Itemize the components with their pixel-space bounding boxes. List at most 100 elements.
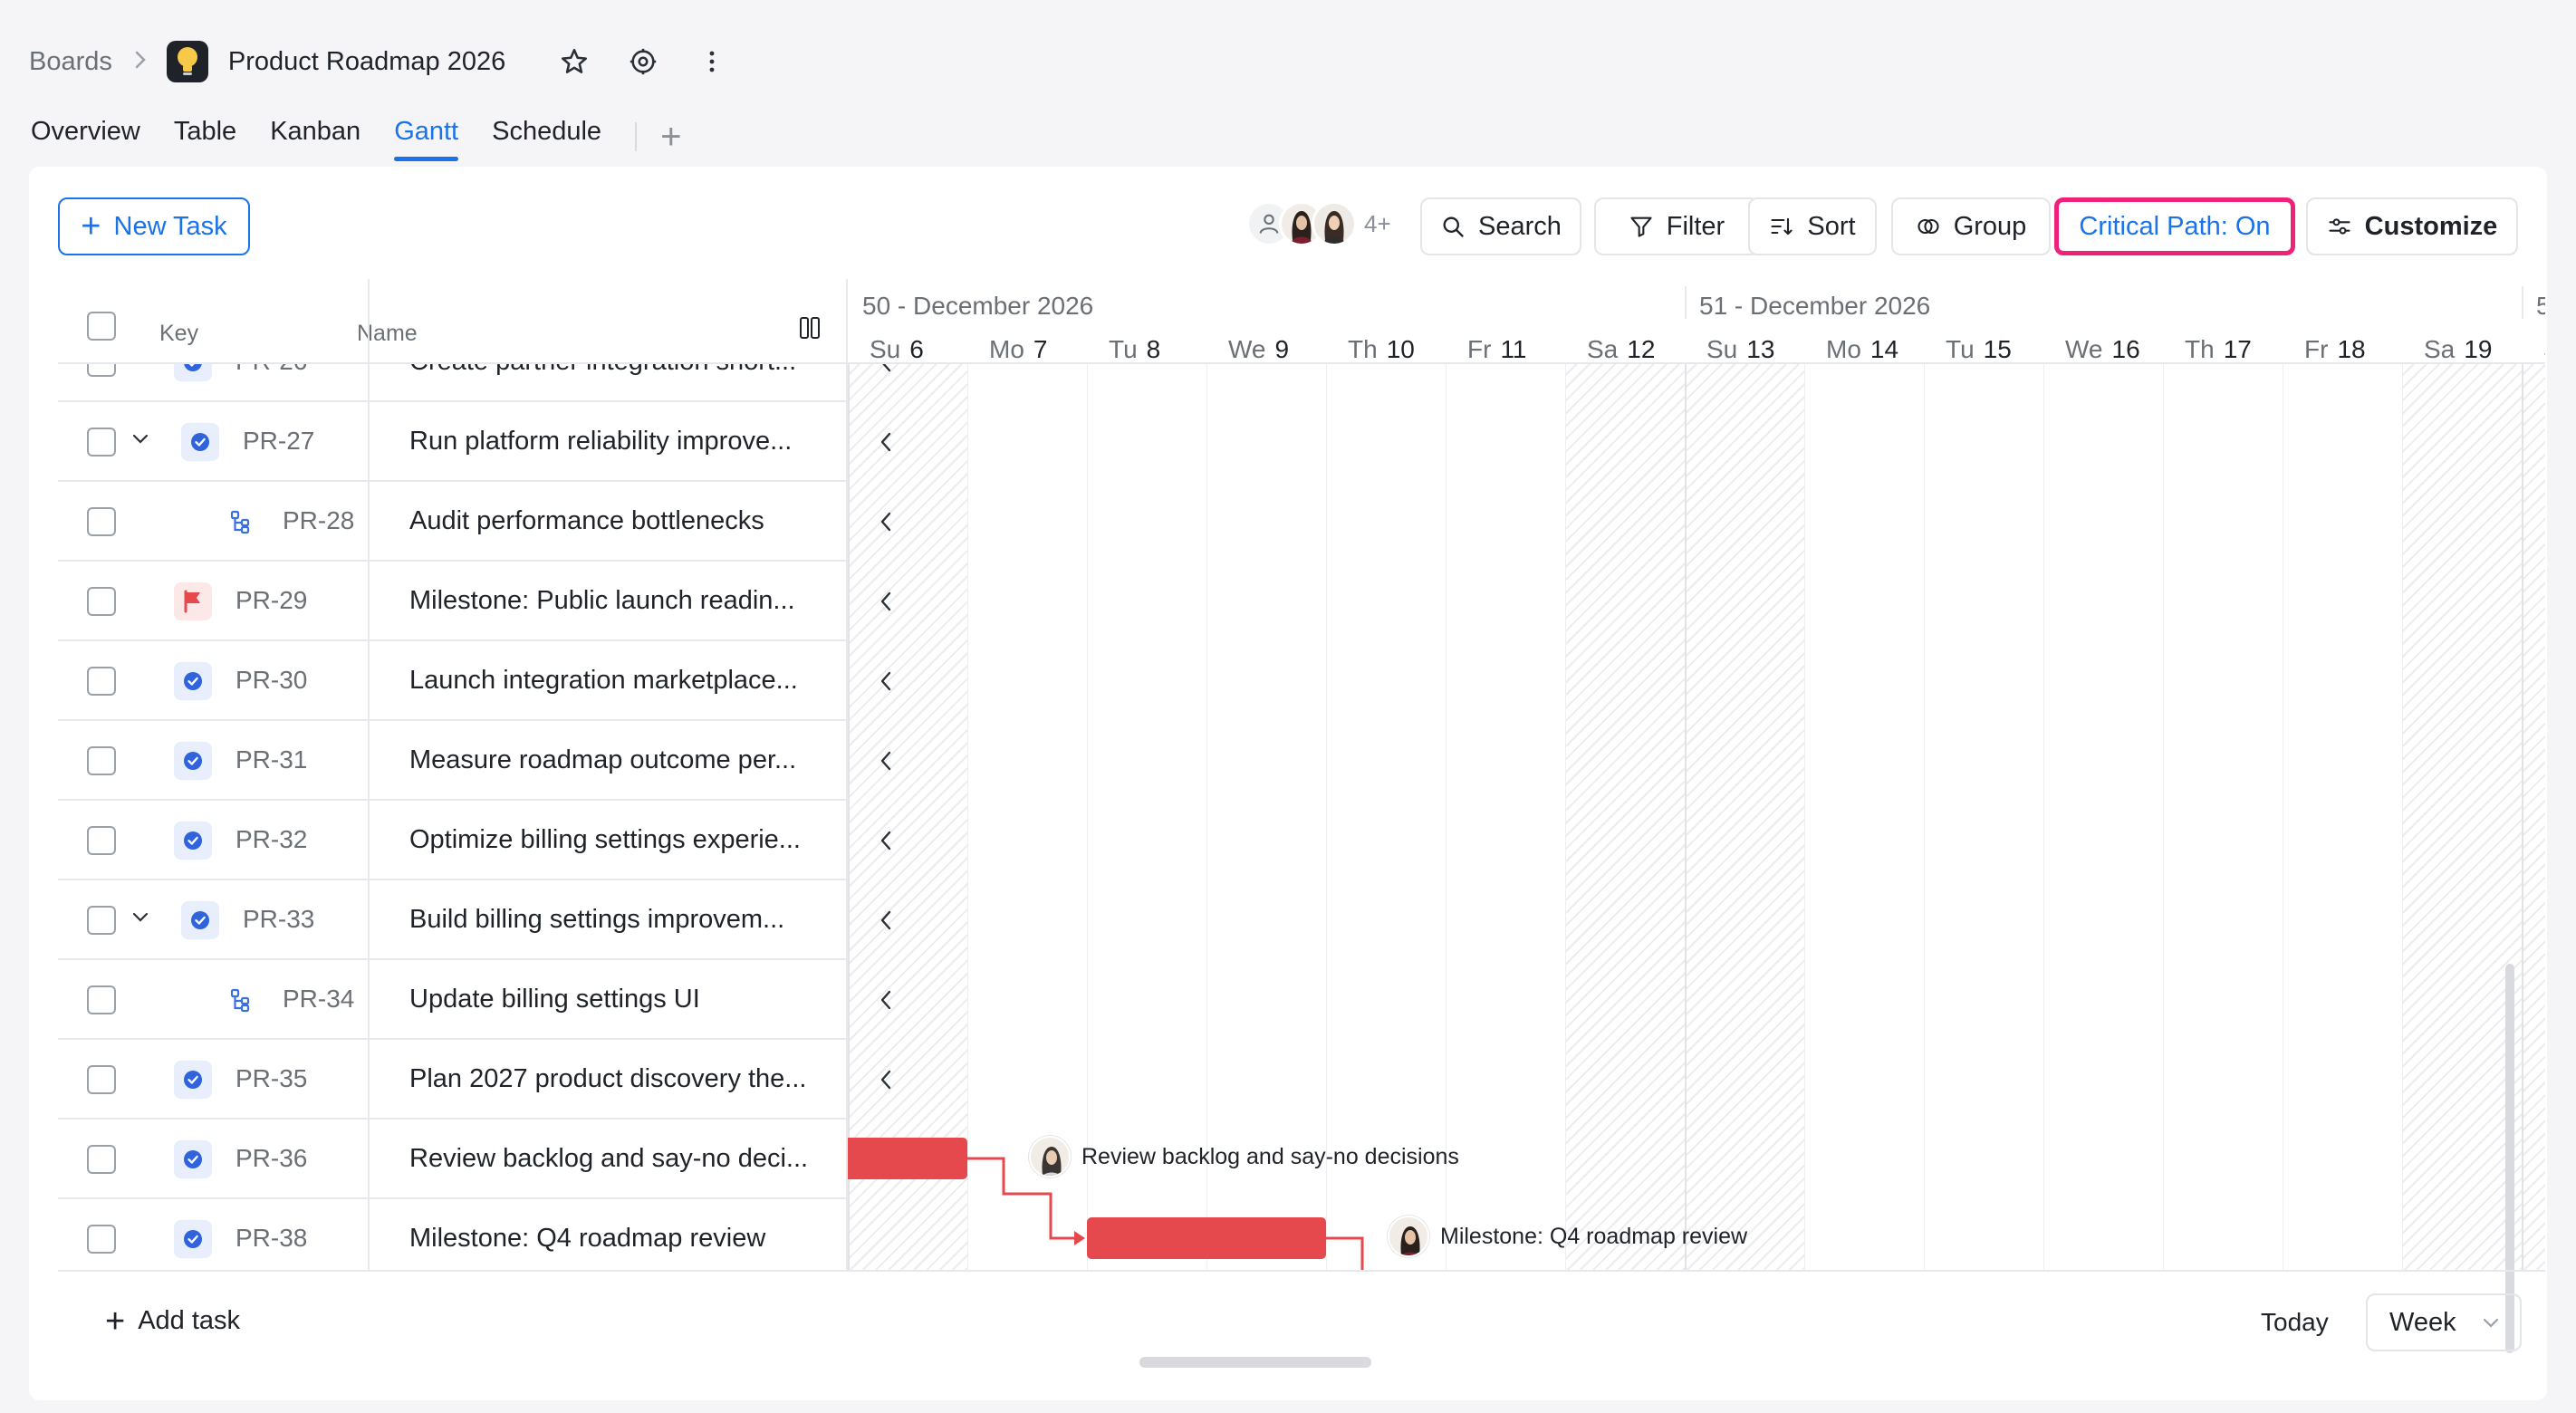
tab-schedule[interactable]: Schedule	[492, 111, 601, 163]
task-key[interactable]: PR-34	[283, 985, 354, 1014]
task-check-icon	[174, 1140, 212, 1178]
table-row[interactable]: PR-35 Plan 2027 product discovery the...	[58, 1040, 846, 1120]
table-row[interactable]: PR-31 Measure roadmap outcome per...	[58, 721, 846, 801]
tab-gantt[interactable]: Gantt	[394, 111, 458, 163]
task-name[interactable]: Milestone: Q4 roadmap review	[409, 1224, 765, 1254]
task-key[interactable]: PR-33	[243, 905, 314, 934]
breadcrumb-boards-link[interactable]: Boards	[29, 47, 112, 77]
table-row[interactable]: PR-26 Create partner integration short...	[58, 364, 846, 402]
members-more-count: 4+	[1364, 209, 1391, 237]
star-icon[interactable]	[558, 45, 591, 78]
column-header-key[interactable]: Key	[159, 321, 198, 347]
chevron-right-icon	[134, 47, 147, 76]
task-name[interactable]: Launch integration marketplace...	[409, 666, 798, 696]
plus-icon: +	[105, 1302, 126, 1341]
more-vertical-icon[interactable]	[696, 45, 728, 78]
row-checkbox[interactable]	[87, 428, 116, 457]
add-view-button[interactable]: +	[660, 116, 681, 158]
row-checkbox[interactable]	[87, 587, 116, 616]
plus-icon: +	[81, 207, 101, 245]
today-button[interactable]: Today	[2261, 1308, 2329, 1337]
subtask-icon	[221, 981, 259, 1019]
task-check-icon	[174, 742, 212, 780]
tab-overview[interactable]: Overview	[31, 111, 140, 163]
select-all-checkbox[interactable]	[87, 312, 116, 341]
table-row[interactable]: PR-29 Milestone: Public launch readin...	[58, 562, 846, 641]
dependency-lines	[964, 1157, 1364, 1270]
table-row[interactable]: PR-34 Update billing settings UI	[58, 960, 846, 1040]
critical-path-toggle[interactable]: Critical Path: On	[2054, 197, 2295, 255]
chevron-down-icon[interactable]	[130, 429, 150, 454]
task-key[interactable]: PR-38	[235, 1224, 307, 1253]
dependency-connector	[964, 1157, 1083, 1240]
critical-path-label: Critical Path: On	[2079, 211, 2271, 241]
gantt-panel: + New Task 4+ Search Filter Sort Group C…	[29, 167, 2547, 1400]
row-checkbox[interactable]	[87, 507, 116, 536]
row-checkbox[interactable]	[87, 1145, 116, 1174]
group-button[interactable]: Group	[1891, 197, 2051, 255]
table-row[interactable]: PR-38 Milestone: Q4 roadmap review	[58, 1199, 846, 1270]
horizontal-scrollbar[interactable]	[1139, 1357, 1371, 1368]
row-checkbox[interactable]	[87, 1225, 116, 1254]
task-name[interactable]: Measure roadmap outcome per...	[409, 745, 796, 775]
task-key[interactable]: PR-35	[235, 1064, 307, 1093]
table-row[interactable]: PR-27 Run platform reliability improve...	[58, 402, 846, 482]
task-name[interactable]: Optimize billing settings experie...	[409, 825, 801, 855]
new-task-button[interactable]: + New Task	[58, 197, 250, 255]
search-label: Search	[1478, 211, 1562, 241]
watch-settings-icon[interactable]	[627, 45, 659, 78]
row-checkbox[interactable]	[87, 364, 116, 377]
add-task-button[interactable]: + Add task	[105, 1302, 240, 1341]
task-key[interactable]: PR-26	[235, 364, 307, 376]
row-checkbox[interactable]	[87, 906, 116, 935]
day-label: Fr 18	[2304, 335, 2366, 363]
task-name[interactable]: Update billing settings UI	[409, 985, 700, 1014]
sort-button[interactable]: Sort	[1748, 197, 1877, 255]
day-label: Su 6	[870, 335, 924, 363]
day-label: Sa 12	[1587, 335, 1656, 363]
task-name[interactable]: Review backlog and say-no deci...	[409, 1144, 808, 1174]
task-key[interactable]: PR-28	[283, 506, 354, 535]
member-avatars[interactable]: 4+	[1246, 201, 1391, 246]
task-key[interactable]: PR-30	[235, 666, 307, 695]
board-lightbulb-icon	[166, 41, 208, 82]
column-header-name[interactable]: Name	[357, 321, 418, 347]
task-key[interactable]: PR-27	[243, 427, 314, 456]
task-key[interactable]: PR-32	[235, 825, 307, 854]
task-check-icon	[174, 364, 212, 381]
search-button[interactable]: Search	[1420, 197, 1581, 255]
row-checkbox[interactable]	[87, 826, 116, 855]
task-name[interactable]: Run platform reliability improve...	[409, 427, 792, 457]
table-row[interactable]: PR-36 Review backlog and say-no deci...	[58, 1120, 846, 1199]
day-label: Tu 8	[1109, 335, 1161, 363]
group-label: Group	[1953, 211, 2027, 241]
table-row[interactable]: PR-33 Build billing settings improvem...	[58, 880, 846, 960]
task-name[interactable]: Build billing settings improvem...	[409, 905, 784, 935]
table-row[interactable]: PR-30 Launch integration marketplace...	[58, 641, 846, 721]
task-name[interactable]: Milestone: Public launch readin...	[409, 586, 795, 616]
task-key[interactable]: PR-31	[235, 745, 307, 774]
tab-table[interactable]: Table	[174, 111, 236, 163]
task-check-icon	[181, 901, 219, 939]
tabs-divider	[635, 122, 638, 151]
customize-label: Customize	[2364, 211, 2498, 241]
task-name[interactable]: Plan 2027 product discovery the...	[409, 1064, 806, 1094]
columns-toggle-icon[interactable]	[799, 315, 821, 345]
task-check-icon	[174, 1061, 212, 1099]
row-checkbox[interactable]	[87, 746, 116, 775]
chevron-down-icon[interactable]	[130, 908, 150, 932]
day-label: Su20	[2543, 335, 2545, 364]
task-name[interactable]: Audit performance bottlenecks	[409, 506, 764, 536]
row-checkbox[interactable]	[87, 1065, 116, 1094]
tab-kanban[interactable]: Kanban	[270, 111, 360, 163]
filter-button[interactable]: Filter	[1594, 197, 1759, 255]
table-row[interactable]: PR-28 Audit performance bottlenecks	[58, 482, 846, 562]
table-row[interactable]: PR-32 Optimize billing settings experie..…	[58, 801, 846, 880]
time-scale-select[interactable]: Week	[2366, 1293, 2522, 1351]
task-name[interactable]: Create partner integration short...	[409, 364, 796, 377]
task-key[interactable]: PR-36	[235, 1144, 307, 1173]
customize-button[interactable]: Customize	[2306, 197, 2518, 255]
row-checkbox[interactable]	[87, 667, 116, 696]
task-key[interactable]: PR-29	[235, 586, 307, 615]
row-checkbox[interactable]	[87, 985, 116, 1014]
